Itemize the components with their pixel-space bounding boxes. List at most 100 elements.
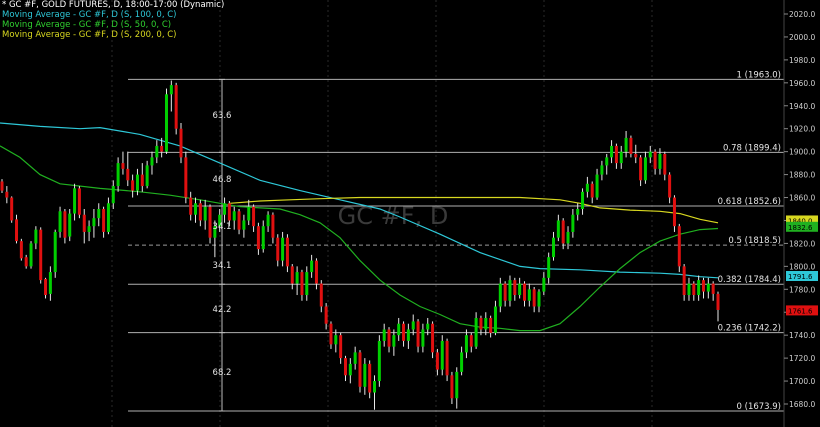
swing-label-2: 34.1 <box>213 222 232 232</box>
candle-body <box>503 283 507 301</box>
candle-body <box>29 243 33 267</box>
candle-body <box>489 317 493 333</box>
candle-body <box>92 218 96 227</box>
candle-body <box>474 317 478 347</box>
candle-body <box>24 257 28 267</box>
candle-body <box>653 151 657 169</box>
candle-body <box>160 145 164 152</box>
candle <box>10 196 14 223</box>
candle-body <box>624 137 628 152</box>
price-tick-label: 1880.0 <box>789 171 815 180</box>
candle-body <box>556 220 560 238</box>
candle <box>445 338 449 382</box>
candle-body <box>455 371 459 399</box>
candle-body <box>614 145 618 164</box>
candle-body <box>150 157 154 166</box>
candle-body <box>256 226 260 250</box>
swing-label-3: 34.1 <box>213 261 232 271</box>
candle-body <box>687 283 691 296</box>
price-tag: 1791.6 <box>786 270 818 281</box>
candle-body <box>658 153 662 169</box>
price-tick-label: 1860.0 <box>789 194 815 203</box>
candle-body <box>48 272 52 294</box>
candle-body <box>329 323 333 345</box>
candle-body <box>140 174 144 187</box>
candle-body <box>145 165 149 187</box>
candle-body <box>290 266 294 284</box>
price-tick-label: 1920.0 <box>789 125 815 134</box>
candle-body <box>426 323 430 330</box>
candle <box>677 223 681 273</box>
candle-body <box>416 321 420 347</box>
candle-body <box>343 358 347 376</box>
fib-label-4: 0.382 (1784.4) <box>718 275 781 285</box>
legend-ma100: Moving Average - GC #F, D (S, 100, 0, C) <box>2 10 177 20</box>
candle-body <box>131 180 135 191</box>
candle-body <box>164 94 168 152</box>
candle-body <box>208 206 212 238</box>
candle-body <box>619 151 623 164</box>
price-tick-label: 1800.0 <box>789 262 815 271</box>
candle-body <box>479 317 483 330</box>
candle-body <box>639 157 643 181</box>
candle-body <box>276 237 280 261</box>
candle-body <box>353 352 357 364</box>
candle-body <box>155 145 159 158</box>
candle-body <box>232 211 236 221</box>
fib-label-3: 0.5 (1818.5) <box>728 236 781 246</box>
gold-futures-chart[interactable]: GC #F, D 1 (1963.0)0.78 (1899.4)0.618 (1… <box>0 0 820 427</box>
candle-body <box>77 188 81 215</box>
candle-body <box>537 291 541 307</box>
candle-body <box>552 237 556 258</box>
candle-body <box>305 272 309 296</box>
candle-body <box>116 163 120 187</box>
candle-body <box>194 203 198 215</box>
candle-body <box>518 283 522 296</box>
candle-body <box>668 174 672 198</box>
candle-body <box>397 323 401 336</box>
candle-body <box>97 209 101 219</box>
candle-body <box>223 203 227 215</box>
candle-body <box>58 211 62 232</box>
price-tag: 1761.6 <box>786 305 818 316</box>
candle-body <box>63 211 67 238</box>
fib-label-5: 0.236 (1742.2) <box>718 324 781 334</box>
candle <box>77 186 81 219</box>
candle-body <box>39 229 43 281</box>
candle-body <box>44 278 48 296</box>
candle-body <box>82 214 86 232</box>
candle-body <box>0 181 4 191</box>
candle-body <box>440 340 444 370</box>
candle-body <box>547 257 551 278</box>
candle-body <box>402 323 406 341</box>
candle-body <box>513 280 517 296</box>
candle <box>39 227 43 284</box>
candle-body <box>542 277 546 292</box>
fib-label-1: 0.78 (1899.4) <box>723 143 781 153</box>
candle-body <box>460 352 464 372</box>
candle-body <box>450 375 454 399</box>
price-tick-label: 2000.0 <box>789 33 815 42</box>
candle <box>179 122 183 164</box>
price-tag-label: 1832.6 <box>788 224 813 232</box>
candle-body <box>527 289 531 301</box>
price-tick-label: 1900.0 <box>789 148 815 157</box>
candle-body <box>247 206 251 221</box>
candle-body <box>672 197 676 227</box>
candle-body <box>701 280 705 292</box>
legend-ma50: Moving Average - GC #F, D (S, 50, 0, C) <box>2 20 172 30</box>
candle-body <box>581 191 585 209</box>
price-tick-label: 1680.0 <box>789 400 815 409</box>
candle-body <box>508 280 512 301</box>
candle <box>358 350 362 393</box>
candle-body <box>237 211 241 230</box>
candle-body <box>5 191 9 198</box>
candle-body <box>184 157 188 198</box>
candle-body <box>19 241 23 259</box>
candle-body <box>445 340 449 376</box>
price-tick-label: 1720.0 <box>789 354 815 363</box>
candle-body <box>169 85 173 95</box>
candle-body <box>629 137 633 154</box>
candle-body <box>421 329 425 347</box>
price-tick-label: 1980.0 <box>789 56 815 65</box>
